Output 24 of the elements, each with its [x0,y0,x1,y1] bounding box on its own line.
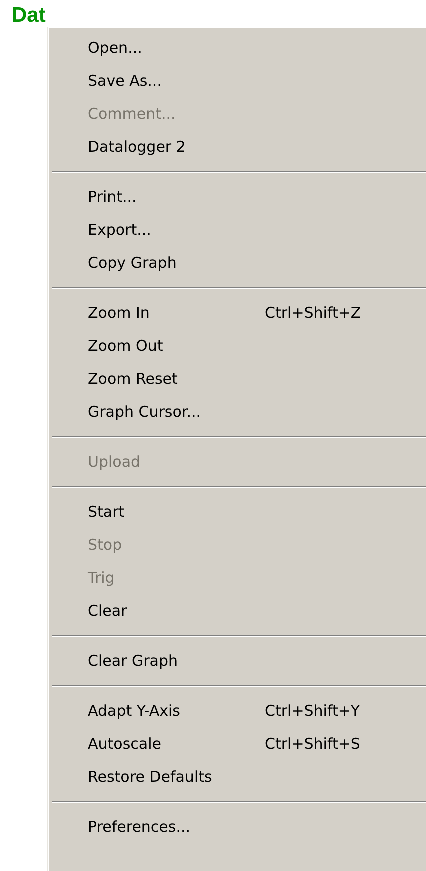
menu-item[interactable]: Autoscale Ctrl+Shift+S [52,728,426,761]
menu-item[interactable]: Copy Graph [52,247,426,280]
menu-item-label: Zoom In [88,303,151,324]
shortcut-label: Ctrl+Shift+Y [265,701,360,722]
menu-item[interactable]: Clear Graph [52,645,426,678]
menu-item[interactable]: Datalogger 2 [52,131,426,164]
menu-item[interactable]: Print... [52,181,426,214]
menu-item[interactable]: Start [52,496,426,529]
menu-item[interactable]: Save As... [52,65,426,98]
menu-item[interactable]: Preferences... [52,811,426,844]
menu-item[interactable]: Zoom Out [52,330,426,363]
shortcut-label: Ctrl+Shift+S [265,734,360,756]
menu-item[interactable]: Open... [52,32,426,65]
menu-item[interactable]: Zoom In Ctrl+Shift+Z [52,297,426,330]
menu-item-label: Adapt Y-Axis [88,701,182,722]
menu-item[interactable]: Adapt Y-Axis Ctrl+Shift+Y [52,695,426,728]
menu-item-label: Autoscale [88,734,162,756]
menu-item[interactable]: Restore Defaults [52,761,426,794]
panel-title: Dat [12,3,46,29]
menu-item[interactable]: Export... [52,214,426,247]
menu-item[interactable]: Zoom Reset [52,363,426,396]
menu-item[interactable]: Graph Cursor... [52,396,426,429]
menu-item[interactable]: Clear [52,595,426,628]
shortcut-label: Ctrl+Shift+Z [265,303,362,324]
